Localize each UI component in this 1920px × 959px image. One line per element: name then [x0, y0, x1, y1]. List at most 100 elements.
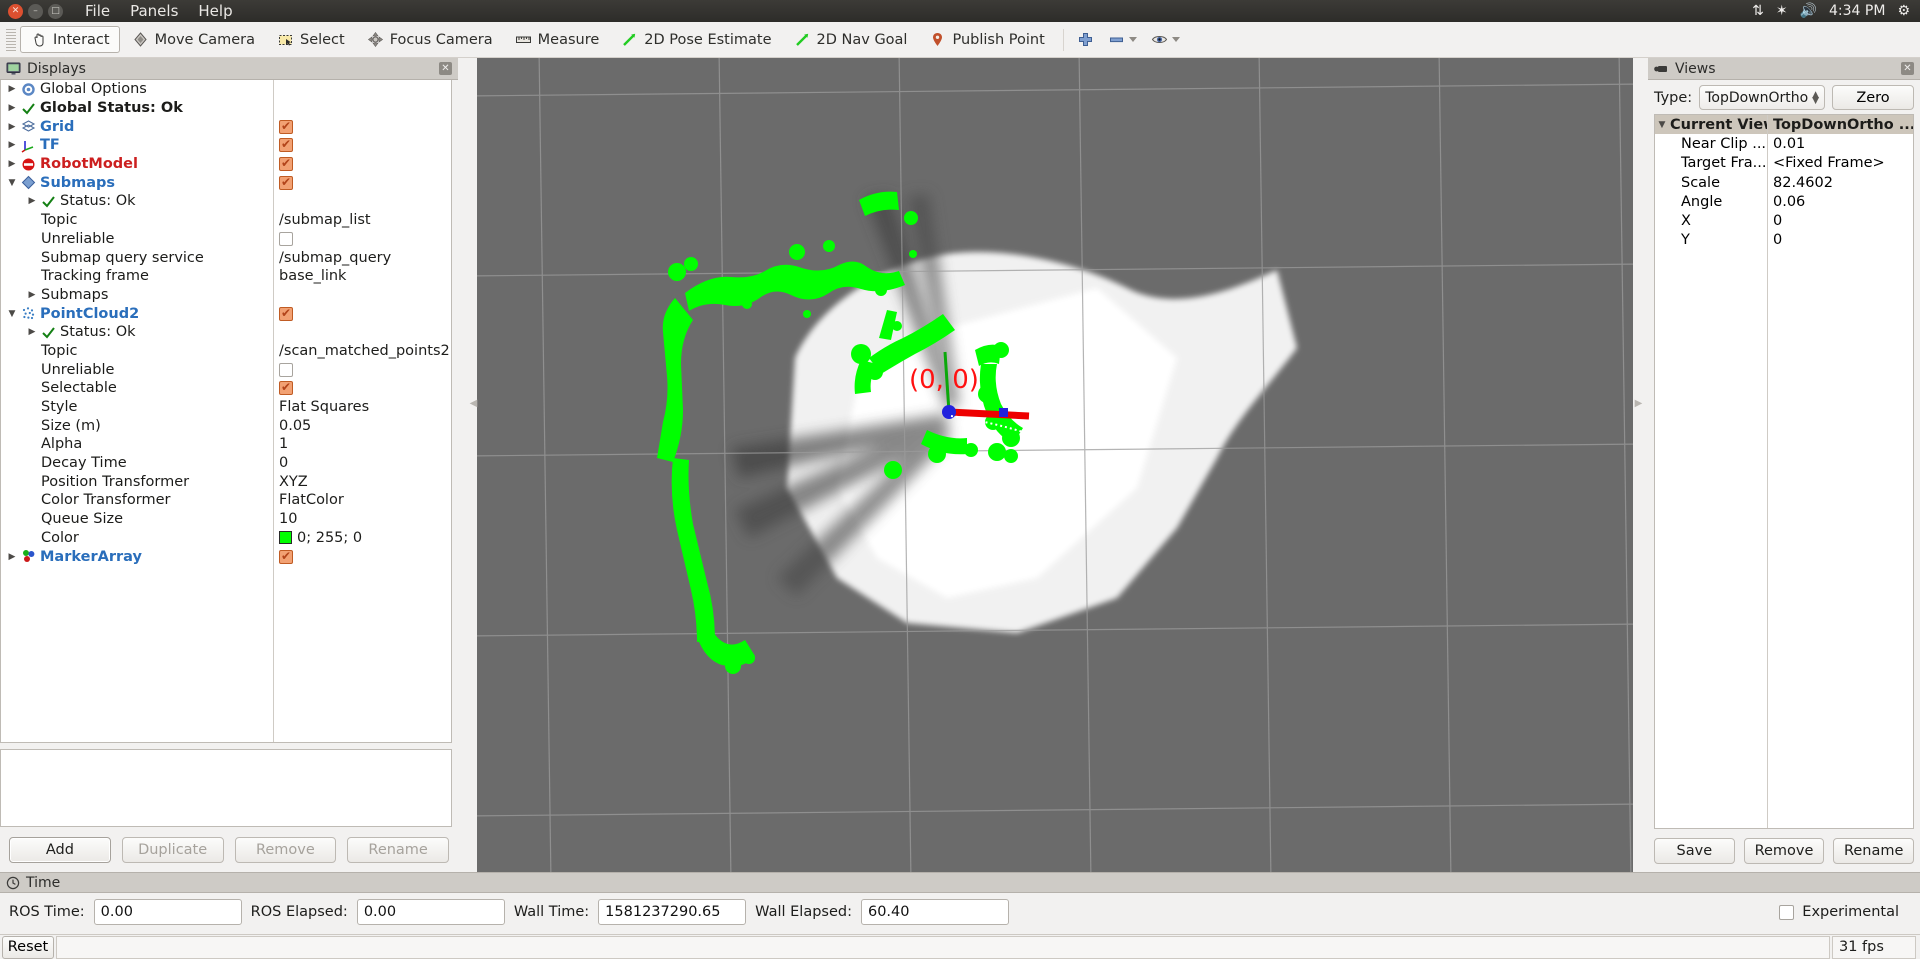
- tool-publish-point[interactable]: Publish Point: [919, 26, 1054, 53]
- display-tree-row[interactable]: Status: Ok: [1, 323, 451, 342]
- display-tree-row[interactable]: TF: [1, 136, 451, 155]
- enable-checkbox[interactable]: [279, 306, 293, 321]
- enable-checkbox[interactable]: [279, 381, 293, 396]
- menu-help[interactable]: Help: [198, 2, 232, 20]
- enable-checkbox[interactable]: [279, 175, 293, 190]
- enable-checkbox[interactable]: [279, 157, 293, 172]
- display-tree-row[interactable]: Alpha 1: [1, 435, 451, 454]
- spinner-arrows-icon[interactable]: ▲ ▼: [1812, 90, 1819, 105]
- display-tree-row[interactable]: Topic/scan_matched_points2: [1, 342, 451, 361]
- tool-move-camera[interactable]: Move Camera: [122, 26, 265, 53]
- menu-panels[interactable]: Panels: [130, 2, 178, 20]
- display-tree-row[interactable]: Topic/submap_list: [1, 211, 451, 230]
- zero-button[interactable]: Zero: [1832, 85, 1914, 110]
- expand-arrow-icon[interactable]: [27, 290, 37, 300]
- views-splitter[interactable]: ▶: [1635, 390, 1643, 416]
- property-value[interactable]: 1: [279, 436, 288, 452]
- window-maximize-icon[interactable]: □: [48, 3, 63, 19]
- wall-elapsed-input[interactable]: 60.40: [860, 899, 1009, 925]
- enable-checkbox[interactable]: [279, 362, 293, 377]
- expand-arrow-icon[interactable]: [27, 327, 37, 337]
- view-property-value[interactable]: 82.4602: [1773, 175, 1833, 191]
- view-property-value[interactable]: <Fixed Frame>: [1773, 155, 1885, 171]
- enable-checkbox[interactable]: [279, 231, 293, 246]
- property-value[interactable]: 10: [279, 511, 297, 527]
- property-value[interactable]: XYZ: [279, 474, 308, 490]
- close-icon[interactable]: ✕: [439, 62, 452, 75]
- enable-checkbox[interactable]: [279, 138, 293, 153]
- display-tree-row[interactable]: RobotModel: [1, 155, 451, 174]
- display-tree-row[interactable]: Style Flat Squares: [1, 398, 451, 417]
- display-tree-row[interactable]: Queue Size 10: [1, 510, 451, 529]
- tool-measure[interactable]: Measure: [505, 26, 610, 53]
- displays-tree[interactable]: Global Options Global Status: OkGrid TF Rob…: [0, 80, 452, 743]
- display-tree-row[interactable]: Tracking frame base_link: [1, 267, 451, 286]
- expand-arrow-icon[interactable]: [27, 196, 37, 206]
- chevron-down-icon[interactable]: [1171, 37, 1180, 42]
- toolbar-drag-handle[interactable]: [6, 28, 16, 51]
- duplicate-button[interactable]: Duplicate: [121, 837, 224, 863]
- experimental-checkbox[interactable]: [1779, 904, 1795, 920]
- window-minimize-icon[interactable]: –: [28, 3, 43, 19]
- display-tree-row[interactable]: Decay Time 0: [1, 454, 451, 473]
- chevron-down-icon[interactable]: [1128, 37, 1137, 42]
- display-tree-row[interactable]: Global Options: [1, 80, 451, 99]
- tool-select[interactable]: Select: [267, 26, 355, 53]
- system-clock[interactable]: 4:34 PM: [1829, 3, 1885, 19]
- property-value[interactable]: 0: [279, 455, 288, 471]
- display-tree-row[interactable]: PointCloud2: [1, 304, 451, 323]
- visibility-button[interactable]: [1144, 26, 1187, 53]
- gear-icon[interactable]: ⚙: [1897, 4, 1910, 18]
- display-tree-row[interactable]: MarkerArray: [1, 547, 451, 566]
- ros-time-input[interactable]: 0.00: [93, 899, 242, 925]
- views-tree-row[interactable]: Near Clip ... 0.01: [1655, 134, 1913, 153]
- property-value[interactable]: base_link: [279, 268, 346, 284]
- expand-arrow-icon[interactable]: [7, 159, 17, 169]
- collapse-arrow-icon[interactable]: [7, 178, 17, 188]
- views-tree-header[interactable]: Current View TopDownOrtho ...: [1655, 115, 1913, 135]
- add-button[interactable]: Add: [9, 837, 111, 863]
- experimental-toggle[interactable]: Experimental: [1779, 904, 1911, 920]
- views-tree[interactable]: Current ViewTopDownOrtho ...Near Clip ..…: [1654, 114, 1914, 829]
- expand-arrow-icon[interactable]: [7, 552, 17, 562]
- menu-file[interactable]: File: [85, 2, 110, 20]
- tool-focus-camera[interactable]: Focus Camera: [357, 26, 503, 53]
- display-tree-row[interactable]: Unreliable: [1, 230, 451, 249]
- remove-view-button[interactable]: Remove: [1743, 838, 1825, 864]
- property-value[interactable]: /submap_query: [279, 250, 391, 266]
- display-tree-row[interactable]: Selectable: [1, 379, 451, 398]
- window-close-icon[interactable]: ✕: [8, 3, 23, 19]
- remove-button[interactable]: Remove: [234, 837, 337, 863]
- enable-checkbox[interactable]: [279, 549, 293, 564]
- view-property-value[interactable]: 0: [1773, 213, 1782, 229]
- views-column-divider[interactable]: [1767, 115, 1768, 828]
- add-tool-button[interactable]: [1070, 26, 1101, 53]
- collapse-arrow-icon[interactable]: [1657, 120, 1667, 130]
- display-tree-row[interactable]: Submap query service/submap_query: [1, 248, 451, 267]
- display-tree-row[interactable]: Unreliable: [1, 360, 451, 379]
- tool-2d-pose-estimate[interactable]: 2D Pose Estimate: [611, 26, 781, 53]
- view-property-value[interactable]: 0.06: [1773, 194, 1805, 210]
- reset-button[interactable]: Reset: [2, 935, 54, 959]
- property-value[interactable]: 0.05: [279, 418, 311, 434]
- expand-arrow-icon[interactable]: [7, 103, 17, 113]
- tool-2d-nav-goal[interactable]: 2D Nav Goal: [784, 26, 918, 53]
- column-divider[interactable]: [273, 80, 274, 742]
- collapse-arrow-icon[interactable]: [7, 309, 17, 319]
- rename-view-button[interactable]: Rename: [1833, 838, 1915, 864]
- display-tree-row[interactable]: Submaps: [1, 286, 451, 305]
- views-tree-row[interactable]: Target Fra... <Fixed Frame>: [1655, 154, 1913, 173]
- property-value[interactable]: /scan_matched_points2: [279, 343, 450, 359]
- property-value[interactable]: /submap_list: [279, 212, 371, 228]
- expand-arrow-icon[interactable]: [7, 84, 17, 94]
- expand-arrow-icon[interactable]: [7, 140, 17, 150]
- views-tree-row[interactable]: Angle 0.06: [1655, 192, 1913, 211]
- view-property-value[interactable]: 0: [1773, 232, 1782, 248]
- wall-time-input[interactable]: 1581237290.65: [598, 899, 747, 925]
- display-tree-row[interactable]: Submaps: [1, 173, 451, 192]
- view-type-select[interactable]: TopDownOrtho ▲ ▼: [1699, 85, 1825, 110]
- display-tree-row[interactable]: Size (m) 0.05: [1, 416, 451, 435]
- display-tree-row[interactable]: Status: Ok: [1, 192, 451, 211]
- speaker-icon[interactable]: 🔊: [1800, 4, 1817, 18]
- display-tree-row[interactable]: Color Transformer FlatColor: [1, 491, 451, 510]
